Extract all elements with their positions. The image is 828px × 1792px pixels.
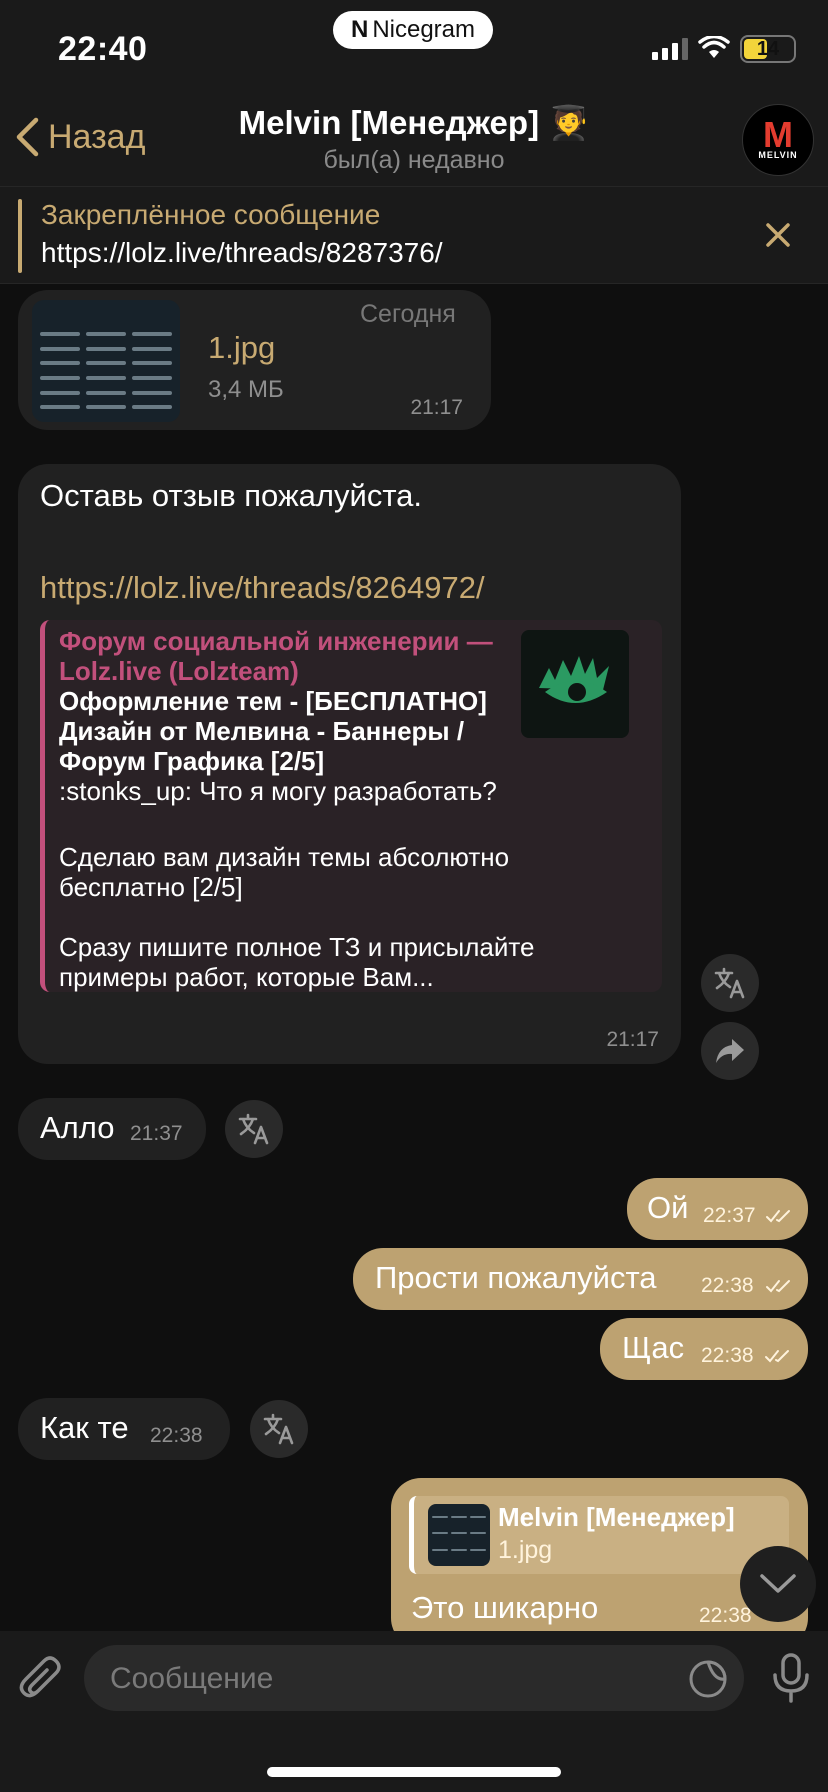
- incoming-message[interactable]: Алло 21:37: [18, 1098, 206, 1160]
- outgoing-message[interactable]: Щас 22:38: [600, 1318, 808, 1380]
- message-text: Щас: [622, 1330, 685, 1365]
- status-bar: 22:40 N Nicegram 14: [0, 0, 828, 90]
- translate-button[interactable]: [225, 1100, 283, 1158]
- message-time: 22:38: [701, 1274, 754, 1297]
- eye-logo-icon: [539, 656, 609, 703]
- message-time: 21:17: [606, 1028, 659, 1051]
- double-check-icon: [766, 1210, 790, 1223]
- preview-line: :stonks_up: Что я могу разработать?: [59, 776, 497, 806]
- message-time: 21:37: [130, 1122, 183, 1145]
- reply-thumbnail: [428, 1504, 490, 1566]
- avatar-letter: M: [763, 114, 793, 155]
- preview-line: Сделаю вам дизайн темы абсолютно бесплат…: [59, 842, 510, 902]
- message-time: 21:17: [410, 396, 463, 419]
- back-label: Назад: [48, 117, 146, 156]
- attach-icon[interactable]: [18, 1655, 66, 1703]
- reply-quote[interactable]: Melvin [Менеджер] 1.jpg: [409, 1496, 789, 1574]
- chat-header: Melvin [Менеджер] 🧑‍🎓 был(а) недавно Наз…: [0, 90, 828, 186]
- translate-button[interactable]: [250, 1400, 308, 1458]
- app-badge: N Nicegram: [333, 11, 493, 49]
- message-link[interactable]: https://lolz.live/threads/8264972/: [40, 570, 485, 606]
- file-size: 3,4 МБ: [208, 376, 284, 403]
- avatar[interactable]: M MELVIN: [742, 104, 814, 176]
- double-check-icon: [765, 1350, 789, 1363]
- home-indicator: [267, 1767, 561, 1777]
- message-list[interactable]: Сегодня 1.jpg 3,4 МБ 21:17 Оставь отзыв …: [0, 284, 828, 1631]
- message-text: Оставь отзыв пожалуйста.: [40, 478, 423, 513]
- translate-icon: [238, 1113, 269, 1145]
- back-button[interactable]: Назад: [14, 116, 145, 158]
- message-text: Ой: [647, 1190, 689, 1225]
- pinned-text: https://lolz.live/threads/8287376/: [41, 237, 443, 268]
- message-input[interactable]: Сообщение: [84, 1645, 744, 1711]
- battery-level: 14: [756, 37, 780, 60]
- message-composer: Сообщение: [0, 1631, 828, 1792]
- reply-message[interactable]: Melvin [Менеджер] 1.jpg Это шикарно 22:3…: [391, 1478, 808, 1631]
- date-badge: Сегодня: [360, 300, 456, 328]
- preview-site: Форум социальной инженерии — Lolz.live (…: [59, 626, 493, 686]
- message-time: 22:38: [699, 1604, 752, 1627]
- translate-button[interactable]: [701, 954, 759, 1012]
- image-thumbnail[interactable]: [32, 300, 180, 422]
- message-text: Это шикарно: [411, 1590, 599, 1625]
- message-text: Алло: [40, 1110, 115, 1145]
- preview-line: Сразу пишите полное ТЗ и присылайте прим…: [59, 932, 535, 992]
- double-check-icon: [766, 1280, 790, 1293]
- share-button[interactable]: [701, 1022, 759, 1080]
- pinned-indicator: [18, 199, 22, 273]
- status-time: 22:40: [58, 30, 148, 68]
- wifi-icon: [698, 36, 730, 58]
- message-text: Как те: [40, 1410, 129, 1445]
- file-name: 1.jpg: [208, 330, 276, 365]
- battery-icon: 14: [740, 35, 796, 63]
- message-text: Прости пожалуйста: [375, 1260, 657, 1295]
- close-icon[interactable]: [758, 215, 798, 255]
- avatar-text: MELVIN: [758, 150, 798, 160]
- message-time: 22:37: [703, 1204, 756, 1227]
- file-message[interactable]: Сегодня 1.jpg 3,4 МБ 21:17: [18, 290, 491, 430]
- chevron-down-icon: [760, 1574, 796, 1593]
- app-name: Nicegram: [372, 16, 476, 43]
- signal-icon: [652, 38, 688, 60]
- message-time: 22:38: [701, 1344, 754, 1367]
- reply-file: 1.jpg: [498, 1536, 553, 1564]
- translate-icon: [263, 1413, 294, 1445]
- microphone-icon[interactable]: [772, 1653, 810, 1703]
- chevron-left-icon: [16, 117, 39, 157]
- pinned-message[interactable]: Закреплённое сообщение https://lolz.live…: [0, 186, 828, 284]
- preview-title: Оформление тем - [БЕСПЛАТНО] Дизайн от М…: [59, 686, 487, 776]
- sticker-icon[interactable]: [688, 1659, 728, 1699]
- translate-icon: [714, 967, 745, 999]
- outgoing-message[interactable]: Прости пожалуйста 22:38: [353, 1248, 808, 1310]
- message-input-placeholder: Сообщение: [110, 1662, 274, 1695]
- message-time: 22:38: [150, 1424, 203, 1447]
- scroll-down-button[interactable]: [740, 1546, 816, 1622]
- nicegram-logo-icon: N: [350, 16, 369, 43]
- pinned-title: Закреплённое сообщение: [41, 199, 381, 230]
- share-icon: [716, 1039, 744, 1063]
- review-message[interactable]: Оставь отзыв пожалуйста. https://lolz.li…: [18, 464, 681, 1064]
- outgoing-message[interactable]: Ой 22:37: [627, 1178, 808, 1240]
- link-preview[interactable]: Форум социальной инженерии — Lolz.live (…: [40, 620, 662, 992]
- preview-image: [521, 630, 629, 738]
- incoming-message[interactable]: Как те 22:38: [18, 1398, 230, 1460]
- reply-author: Melvin [Менеджер]: [498, 1502, 735, 1532]
